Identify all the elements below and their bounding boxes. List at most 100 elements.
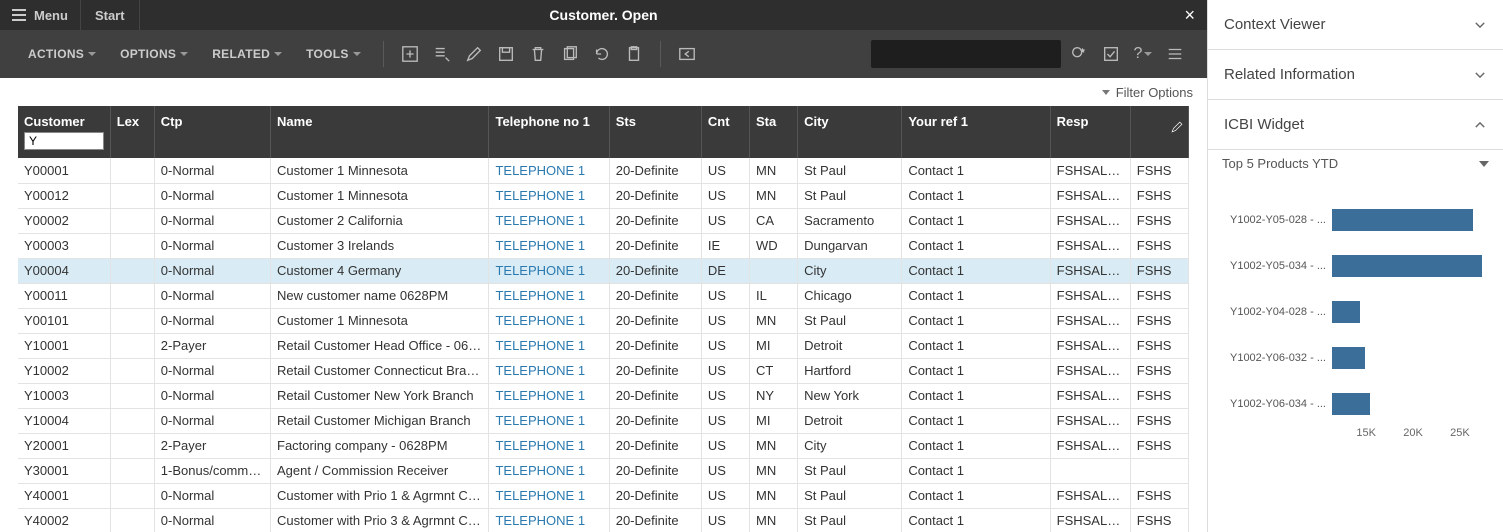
table-row[interactable]: Y100020-NormalRetail Customer Connecticu… — [18, 358, 1189, 383]
col-resp[interactable]: Resp — [1050, 106, 1130, 158]
more-button[interactable] — [1161, 40, 1189, 68]
bar-label: Y1002-Y05-028 - ... — [1224, 214, 1332, 226]
cell: Retail Customer Connecticut Branch — [271, 358, 489, 383]
telephone-link[interactable]: TELEPHONE 1 — [489, 283, 609, 308]
panel-title: Related Information — [1224, 66, 1355, 83]
cell: FSHSALES — [1050, 233, 1130, 258]
menu-button[interactable]: Menu — [0, 0, 81, 30]
widget-selector[interactable]: Top 5 Products YTD — [1208, 150, 1503, 177]
cell: US — [701, 308, 749, 333]
widget-sub-label: Top 5 Products YTD — [1222, 156, 1338, 171]
filter-options-link[interactable]: Filter Options — [1116, 85, 1193, 100]
clipboard-button[interactable] — [620, 40, 648, 68]
tools-dropdown[interactable]: TOOLS — [296, 41, 371, 67]
save-button[interactable] — [492, 40, 520, 68]
col-sts[interactable]: Sts — [609, 106, 701, 158]
list-arrow-icon — [433, 45, 451, 63]
help-button[interactable]: ? — [1129, 40, 1157, 68]
telephone-link[interactable]: TELEPHONE 1 — [489, 158, 609, 183]
cell: DE — [701, 258, 749, 283]
new-button[interactable] — [396, 40, 424, 68]
cell: Detroit — [798, 333, 902, 358]
caret-icon — [88, 52, 96, 56]
telephone-link[interactable]: TELEPHONE 1 — [489, 308, 609, 333]
cell: 0-Normal — [154, 408, 270, 433]
icbi-widget-panel[interactable]: ICBI Widget — [1208, 100, 1503, 150]
cell: Retail Customer Head Office - 0628PM — [271, 333, 489, 358]
cell: Y00001 — [18, 158, 110, 183]
related-info-panel[interactable]: Related Information — [1208, 50, 1503, 100]
col-cnt[interactable]: Cnt — [701, 106, 749, 158]
col-tel[interactable]: Telephone no 1 — [489, 106, 609, 158]
cell: Y10003 — [18, 383, 110, 408]
start-button[interactable]: Start — [81, 0, 140, 30]
cell: 0-Normal — [154, 233, 270, 258]
col-label: City — [804, 114, 829, 129]
search-box[interactable] — [871, 40, 1061, 68]
telephone-link[interactable]: TELEPHONE 1 — [489, 183, 609, 208]
col-ref[interactable]: Your ref 1 — [902, 106, 1050, 158]
telephone-link[interactable]: TELEPHONE 1 — [489, 433, 609, 458]
table-row[interactable]: Y100012-PayerRetail Customer Head Office… — [18, 333, 1189, 358]
cell: FSHSALES — [1050, 283, 1130, 308]
table-row[interactable]: Y400010-NormalCustomer with Prio 1 & Agr… — [18, 483, 1189, 508]
col-label: Telephone no 1 — [495, 114, 589, 129]
col-ctp[interactable]: Ctp — [154, 106, 270, 158]
edit-button[interactable] — [460, 40, 488, 68]
axis-tick: 15K — [1356, 427, 1376, 439]
table-row[interactable]: Y400020-NormalCustomer with Prio 3 & Agr… — [18, 508, 1189, 532]
select-button[interactable] — [428, 40, 456, 68]
telephone-link[interactable]: TELEPHONE 1 — [489, 408, 609, 433]
col-label: Cnt — [708, 114, 730, 129]
col-sta[interactable]: Sta — [750, 106, 798, 158]
cell: MN — [750, 158, 798, 183]
telephone-link[interactable]: TELEPHONE 1 — [489, 358, 609, 383]
copy-button[interactable] — [556, 40, 584, 68]
cell: St Paul — [798, 158, 902, 183]
col-customer[interactable]: Customer — [18, 106, 110, 158]
bookmark-button[interactable] — [1065, 40, 1093, 68]
col-name[interactable]: Name — [271, 106, 489, 158]
options-dropdown[interactable]: OPTIONS — [110, 41, 198, 67]
telephone-link[interactable]: TELEPHONE 1 — [489, 233, 609, 258]
telephone-link[interactable]: TELEPHONE 1 — [489, 458, 609, 483]
table-row[interactable]: Y000030-NormalCustomer 3 IrelandsTELEPHO… — [18, 233, 1189, 258]
telephone-link[interactable]: TELEPHONE 1 — [489, 383, 609, 408]
clipboard-icon — [625, 45, 643, 63]
cell — [110, 433, 154, 458]
telephone-link[interactable]: TELEPHONE 1 — [489, 333, 609, 358]
table-row[interactable]: Y200012-PayerFactoring company - 0628PMT… — [18, 433, 1189, 458]
expand-button[interactable] — [673, 40, 701, 68]
delete-button[interactable] — [524, 40, 552, 68]
table-row[interactable]: Y000120-NormalCustomer 1 MinnesotaTELEPH… — [18, 183, 1189, 208]
table-row[interactable]: Y000110-NormalNew customer name 0628PMTE… — [18, 283, 1189, 308]
cell: 0-Normal — [154, 283, 270, 308]
telephone-link[interactable]: TELEPHONE 1 — [489, 208, 609, 233]
cell: 0-Normal — [154, 383, 270, 408]
table-row[interactable]: Y000040-NormalCustomer 4 GermanyTELEPHON… — [18, 258, 1189, 283]
table-row[interactable]: Y300011-Bonus/comm recdAgent / Commissio… — [18, 458, 1189, 483]
table-row[interactable]: Y100040-NormalRetail Customer Michigan B… — [18, 408, 1189, 433]
customer-filter-input[interactable] — [24, 132, 104, 150]
telephone-link[interactable]: TELEPHONE 1 — [489, 508, 609, 532]
table-row[interactable]: Y100030-NormalRetail Customer New York B… — [18, 383, 1189, 408]
refresh-button[interactable] — [588, 40, 616, 68]
context-viewer-panel[interactable]: Context Viewer — [1208, 0, 1503, 50]
close-button[interactable]: × — [1172, 5, 1207, 26]
cell: Customer 4 Germany — [271, 258, 489, 283]
table-row[interactable]: Y000010-NormalCustomer 1 MinnesotaTELEPH… — [18, 158, 1189, 183]
search-input[interactable] — [879, 47, 1055, 62]
telephone-link[interactable]: TELEPHONE 1 — [489, 258, 609, 283]
table-row[interactable]: Y001010-NormalCustomer 1 MinnesotaTELEPH… — [18, 308, 1189, 333]
telephone-link[interactable]: TELEPHONE 1 — [489, 483, 609, 508]
col-lex[interactable]: Lex — [110, 106, 154, 158]
related-dropdown[interactable]: RELATED — [202, 41, 292, 67]
table-row[interactable]: Y000020-NormalCustomer 2 CaliforniaTELEP… — [18, 208, 1189, 233]
cell: US — [701, 183, 749, 208]
col-edit[interactable] — [1130, 106, 1188, 158]
col-city[interactable]: City — [798, 106, 902, 158]
cell: Contact 1 — [902, 483, 1050, 508]
cell: MN — [750, 433, 798, 458]
note-button[interactable] — [1097, 40, 1125, 68]
actions-dropdown[interactable]: ACTIONS — [18, 41, 106, 67]
